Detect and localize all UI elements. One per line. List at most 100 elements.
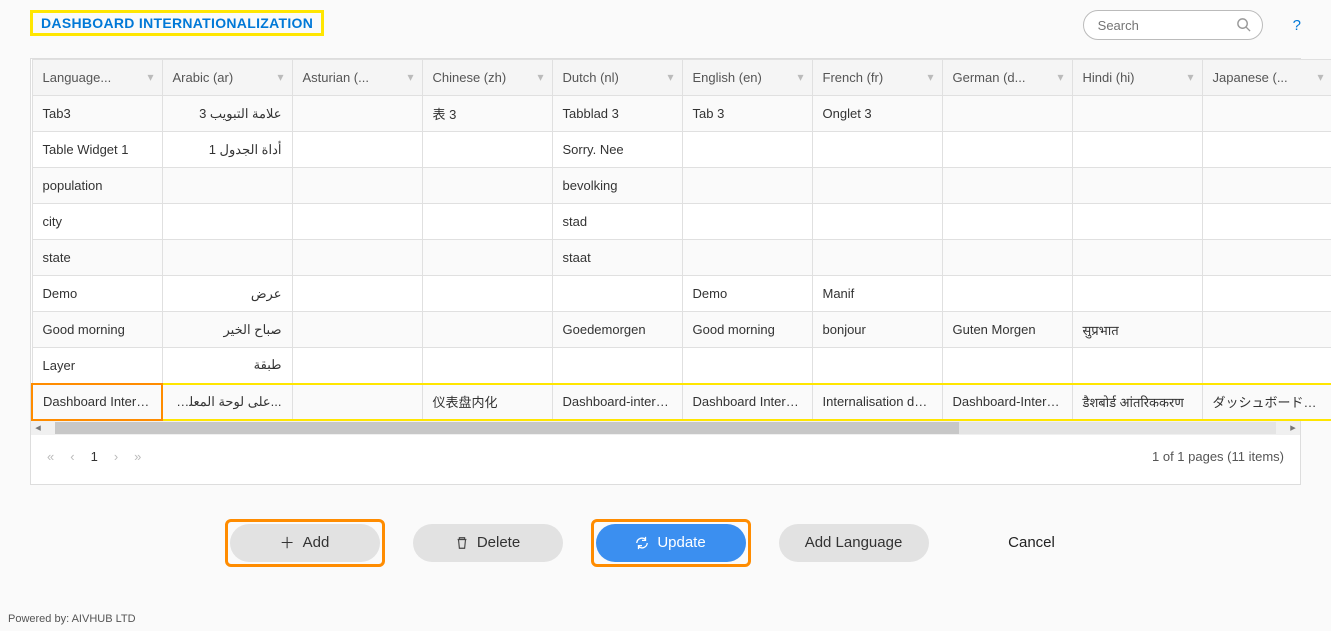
cancel-button[interactable]: Cancel bbox=[957, 524, 1107, 562]
add-language-button[interactable]: Add Language bbox=[779, 524, 929, 562]
cell-nl[interactable]: bevolking bbox=[552, 168, 682, 204]
cell-key[interactable]: population bbox=[32, 168, 162, 204]
cell-zh[interactable] bbox=[422, 132, 552, 168]
scroll-thumb[interactable] bbox=[55, 422, 959, 434]
cell-en[interactable] bbox=[682, 168, 812, 204]
cell-zh[interactable] bbox=[422, 168, 552, 204]
col-chinese[interactable]: Chinese (zh)▾ bbox=[422, 60, 552, 96]
cell-fr[interactable] bbox=[812, 204, 942, 240]
cell-hi[interactable]: सुप्रभात bbox=[1072, 312, 1202, 348]
cell-ar[interactable]: صباح الخير bbox=[162, 312, 292, 348]
cell-en[interactable]: Dashboard Interna... bbox=[682, 384, 812, 420]
table-row[interactable]: Good morningصباح الخيرGoedemorgenGood mo… bbox=[32, 312, 1331, 348]
filter-icon[interactable]: ▾ bbox=[927, 70, 933, 84]
cell-nl[interactable]: Goedemorgen bbox=[552, 312, 682, 348]
cell-key[interactable]: Layer bbox=[32, 348, 162, 384]
cell-hi[interactable] bbox=[1072, 240, 1202, 276]
cell-ast[interactable] bbox=[292, 132, 422, 168]
table-row[interactable]: population bevolking bbox=[32, 168, 1331, 204]
cell-ar[interactable]: طبقة bbox=[162, 348, 292, 384]
cell-ja[interactable] bbox=[1202, 168, 1331, 204]
cell-en[interactable] bbox=[682, 348, 812, 384]
col-french[interactable]: French (fr)▾ bbox=[812, 60, 942, 96]
update-button[interactable]: Update bbox=[596, 524, 746, 562]
table-row[interactable]: Layerطبقة bbox=[32, 348, 1331, 384]
scroll-track[interactable] bbox=[55, 422, 1276, 434]
cell-hi[interactable] bbox=[1072, 96, 1202, 132]
cell-ast[interactable] bbox=[292, 96, 422, 132]
cell-hi[interactable]: डैशबोर्ड आंतरिककरण bbox=[1072, 384, 1202, 420]
cell-ja[interactable] bbox=[1202, 240, 1331, 276]
cell-key[interactable]: Good morning bbox=[32, 312, 162, 348]
cell-key[interactable]: city bbox=[32, 204, 162, 240]
cell-ja[interactable] bbox=[1202, 312, 1331, 348]
table-row[interactable]: state staat bbox=[32, 240, 1331, 276]
cell-hi[interactable] bbox=[1072, 132, 1202, 168]
add-button[interactable]: ＋ Add bbox=[230, 524, 380, 562]
col-language[interactable]: Language...▾ bbox=[32, 60, 162, 96]
cell-fr[interactable]: Onglet 3 bbox=[812, 96, 942, 132]
filter-icon[interactable]: ▾ bbox=[1187, 70, 1193, 84]
cell-de[interactable] bbox=[942, 96, 1072, 132]
cell-zh[interactable]: 表 3 bbox=[422, 96, 552, 132]
col-dutch[interactable]: Dutch (nl)▾ bbox=[552, 60, 682, 96]
cell-ja[interactable]: ダッシュボードの... bbox=[1202, 384, 1331, 420]
cell-fr[interactable]: Manif bbox=[812, 276, 942, 312]
cell-ja[interactable] bbox=[1202, 204, 1331, 240]
cell-nl[interactable] bbox=[552, 348, 682, 384]
search-icon[interactable] bbox=[1236, 17, 1251, 32]
table-row[interactable]: citystad bbox=[32, 204, 1331, 240]
cell-nl[interactable]: staat bbox=[552, 240, 682, 276]
filter-icon[interactable]: ▾ bbox=[407, 70, 413, 84]
cell-key[interactable]: Table Widget 1 bbox=[32, 132, 162, 168]
filter-icon[interactable]: ▾ bbox=[147, 70, 153, 84]
cell-key[interactable]: state bbox=[32, 240, 162, 276]
cell-zh[interactable] bbox=[422, 348, 552, 384]
cell-de[interactable] bbox=[942, 204, 1072, 240]
cell-ast[interactable] bbox=[292, 348, 422, 384]
filter-icon[interactable]: ▾ bbox=[537, 70, 543, 84]
filter-icon[interactable]: ▾ bbox=[797, 70, 803, 84]
cell-hi[interactable] bbox=[1072, 168, 1202, 204]
cell-zh[interactable] bbox=[422, 204, 552, 240]
pager-prev-icon[interactable]: ‹ bbox=[70, 449, 74, 464]
cell-key[interactable]: Tab3 bbox=[32, 96, 162, 132]
cell-de[interactable] bbox=[942, 240, 1072, 276]
col-english[interactable]: English (en)▾ bbox=[682, 60, 812, 96]
cell-en[interactable]: Good morning bbox=[682, 312, 812, 348]
cell-ast[interactable] bbox=[292, 240, 422, 276]
cell-fr[interactable] bbox=[812, 168, 942, 204]
pager-next-icon[interactable]: › bbox=[114, 449, 118, 464]
cell-en[interactable]: Demo bbox=[682, 276, 812, 312]
cell-en[interactable] bbox=[682, 204, 812, 240]
col-asturian[interactable]: Asturian (...▾ bbox=[292, 60, 422, 96]
filter-icon[interactable]: ▾ bbox=[277, 70, 283, 84]
filter-icon[interactable]: ▾ bbox=[667, 70, 673, 84]
cell-fr[interactable] bbox=[812, 240, 942, 276]
cell-ar[interactable]: ...على لوحة المعلومات bbox=[162, 384, 292, 420]
cell-de[interactable]: Dashboard-Intern... bbox=[942, 384, 1072, 420]
cell-fr[interactable] bbox=[812, 348, 942, 384]
cell-key[interactable]: Dashboard Interna... bbox=[32, 384, 162, 420]
cell-ar[interactable] bbox=[162, 168, 292, 204]
cell-ast[interactable] bbox=[292, 204, 422, 240]
cell-ar[interactable]: علامة التبويب 3 bbox=[162, 96, 292, 132]
col-arabic[interactable]: Arabic (ar)▾ bbox=[162, 60, 292, 96]
table-row[interactable]: DemoعرضDemoManif bbox=[32, 276, 1331, 312]
col-hindi[interactable]: Hindi (hi)▾ bbox=[1072, 60, 1202, 96]
cell-fr[interactable]: Internalisation du ... bbox=[812, 384, 942, 420]
col-japanese[interactable]: Japanese (...▾ bbox=[1202, 60, 1331, 96]
cell-zh[interactable] bbox=[422, 240, 552, 276]
filter-icon[interactable]: ▾ bbox=[1317, 70, 1323, 84]
cell-ar[interactable] bbox=[162, 240, 292, 276]
cell-ar[interactable]: أداة الجدول 1 bbox=[162, 132, 292, 168]
cell-fr[interactable] bbox=[812, 132, 942, 168]
cell-ja[interactable] bbox=[1202, 348, 1331, 384]
cell-en[interactable] bbox=[682, 240, 812, 276]
help-icon[interactable]: ? bbox=[1293, 17, 1301, 34]
pager-first-icon[interactable]: « bbox=[47, 449, 54, 464]
table-row[interactable]: Table Widget 1أداة الجدول 1Sorry. Nee bbox=[32, 132, 1331, 168]
cell-ast[interactable] bbox=[292, 312, 422, 348]
pager-last-icon[interactable]: » bbox=[134, 449, 141, 464]
horizontal-scrollbar[interactable]: ◂ ▸ bbox=[31, 421, 1300, 435]
